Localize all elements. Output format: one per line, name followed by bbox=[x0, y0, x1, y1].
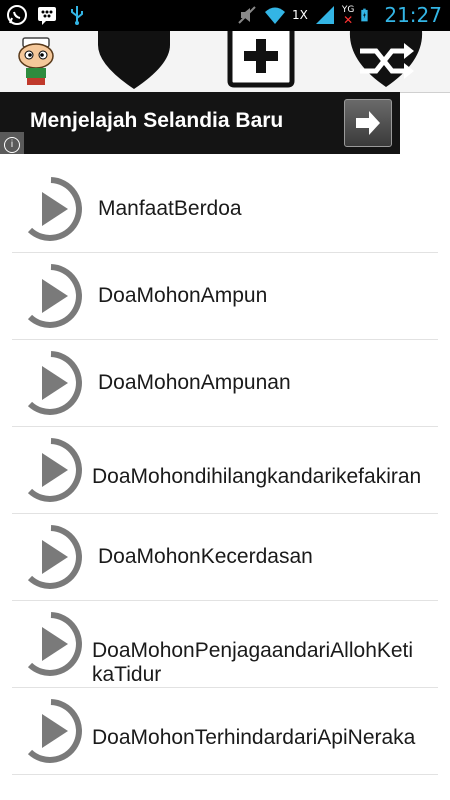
list-item[interactable]: DoaMohondihilangkandarikefakiran bbox=[12, 427, 438, 514]
status-bar: 1X YG ✕ 21:27 bbox=[0, 0, 450, 31]
list-item-label: DoaMohonAmpunan bbox=[98, 371, 291, 394]
play-icon[interactable] bbox=[18, 437, 84, 503]
ad-info-button[interactable]: i bbox=[0, 132, 24, 154]
list-item-label: DoaMohonKecerdasan bbox=[98, 545, 313, 568]
whatsapp-icon bbox=[7, 5, 27, 25]
list-item-label: DoaMohondihilangkandarikefakiran bbox=[92, 465, 422, 488]
add-icon[interactable] bbox=[226, 31, 296, 89]
info-icon: i bbox=[4, 137, 20, 153]
clock: 21:27 bbox=[384, 3, 442, 27]
play-icon[interactable] bbox=[18, 176, 84, 242]
play-icon[interactable] bbox=[18, 698, 84, 764]
avatar-icon[interactable] bbox=[14, 37, 58, 87]
list-item[interactable]: DoaMohonAmpunan bbox=[12, 340, 438, 427]
toolbar bbox=[0, 31, 450, 93]
wifi-icon bbox=[265, 7, 286, 24]
battery-icon bbox=[361, 8, 368, 22]
list-item[interactable]: DoaMohonTerhindardariApiNeraka bbox=[12, 688, 438, 775]
list-item[interactable]: ManfaatBerdoa bbox=[12, 166, 438, 253]
play-icon[interactable] bbox=[18, 611, 84, 677]
mute-icon bbox=[238, 6, 256, 24]
play-icon[interactable] bbox=[18, 263, 84, 329]
ad-title: Menjelajah Selandia Baru bbox=[30, 109, 284, 132]
list-item[interactable]: DoaMohonKecerdasan bbox=[12, 514, 438, 601]
no-signal-icon: YG ✕ bbox=[341, 5, 355, 27]
list-item-label: DoaMohonPenjagaandariAllohKetikaTidur bbox=[92, 639, 414, 686]
list-item[interactable]: DoaMohonAmpun bbox=[12, 253, 438, 340]
ad-arrow-button[interactable] bbox=[344, 99, 392, 147]
list-item-label: DoaMohonTerhindardariApiNeraka bbox=[92, 726, 416, 749]
usb-icon bbox=[71, 6, 83, 25]
signal-icon bbox=[315, 6, 334, 24]
bbm-icon bbox=[38, 7, 56, 25]
shuffle-icon[interactable] bbox=[348, 31, 424, 89]
list-item[interactable]: DoaMohonPenjagaandariAllohKetikaTidur bbox=[12, 601, 438, 688]
ad-banner[interactable]: Menjelajah Selandia Baru bbox=[0, 92, 400, 154]
network-label: 1X bbox=[292, 8, 308, 22]
list-item-label: DoaMohonAmpun bbox=[98, 284, 268, 307]
arrow-right-icon bbox=[356, 111, 380, 135]
play-icon[interactable] bbox=[18, 524, 84, 590]
list-item-label: ManfaatBerdoa bbox=[98, 197, 242, 220]
heart-icon[interactable] bbox=[98, 31, 170, 89]
play-icon[interactable] bbox=[18, 350, 84, 416]
prayer-list: ManfaatBerdoa DoaMohonAmpun DoaMohonAmpu… bbox=[12, 166, 438, 775]
